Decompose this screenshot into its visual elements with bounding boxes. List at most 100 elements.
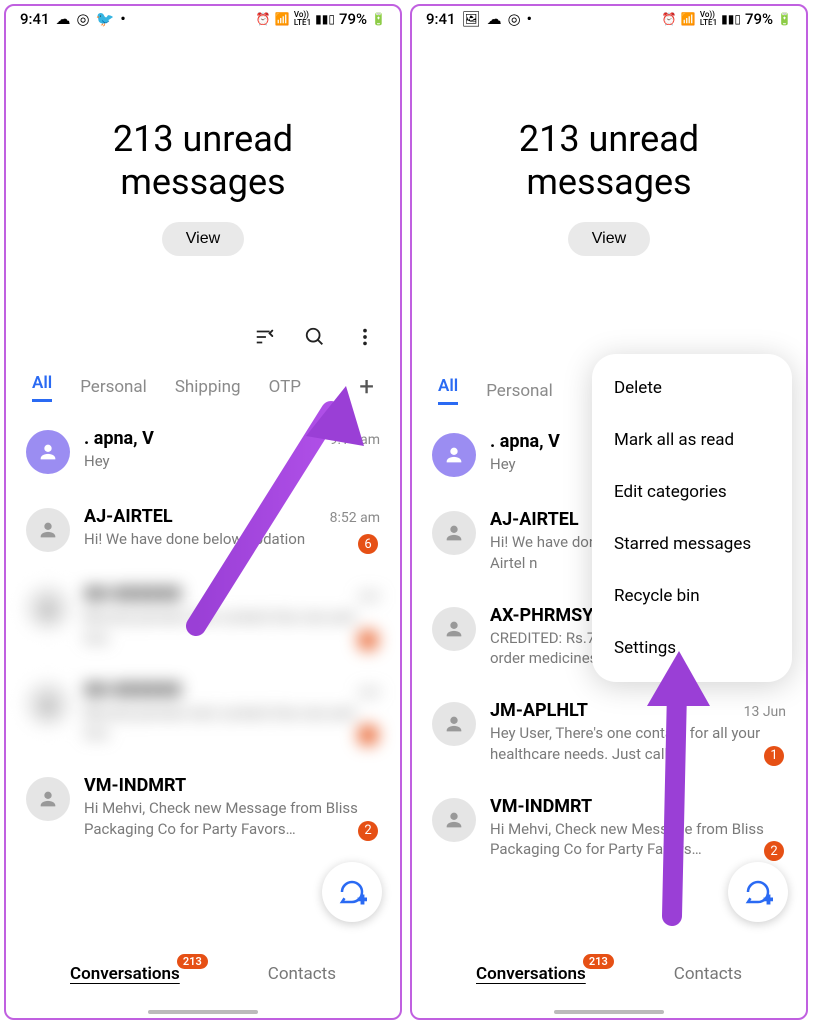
wifi-icon: 📶 bbox=[275, 12, 290, 26]
message-time: Jun bbox=[357, 588, 380, 604]
list-item[interactable]: VM-INDMRT Hi Mehvi, Check new Message fr… bbox=[14, 759, 392, 855]
sender-name: VM-INDMRT bbox=[490, 796, 592, 817]
unread-badge: 1 bbox=[764, 746, 784, 766]
nav-badge: 213 bbox=[583, 954, 614, 969]
list-item[interactable]: JM-APLHLT 13 Jun Hey User, There's one co… bbox=[420, 684, 798, 780]
sender-name: AX-PHRMSY bbox=[490, 605, 593, 626]
alarm-icon: ⏰ bbox=[662, 12, 677, 26]
status-bar: 9:41 🖼 ☁ ◎ • ⏰ 📶 Vo))LTE1 ▮▮▯ 79% 🔋 bbox=[412, 6, 806, 28]
tab-all[interactable]: All bbox=[438, 376, 458, 405]
avatar bbox=[26, 682, 70, 726]
message-time: Jun bbox=[357, 684, 380, 700]
gesture-handle bbox=[148, 1010, 258, 1014]
message-preview: Hi! We have done below updation bbox=[84, 529, 380, 549]
overflow-menu: Delete Mark all as read Edit categories … bbox=[592, 354, 792, 682]
avatar bbox=[26, 430, 70, 474]
avatar bbox=[432, 511, 476, 555]
nav-conversations[interactable]: Conversations 213 bbox=[476, 964, 586, 984]
conversation-list: . apna, V 9:11 am Hey AJ-AIRTEL 8:52 am Hi… bbox=[6, 412, 400, 855]
list-item[interactable]: XX-XXXXXX Jun Blurred preview text conten… bbox=[14, 568, 392, 664]
cloud-icon: ☁ bbox=[56, 10, 71, 28]
menu-starred[interactable]: Starred messages bbox=[592, 518, 792, 570]
nav-contacts[interactable]: Contacts bbox=[674, 964, 742, 984]
instagram-icon: ◎ bbox=[77, 10, 90, 28]
phone-frame-left: 9:41 ☁ ◎ 🐦 • ⏰ 📶 Vo))LTE1 ▮▮▯ 79% 🔋 213 … bbox=[4, 4, 402, 1020]
tab-all[interactable]: All bbox=[32, 373, 52, 402]
avatar bbox=[26, 586, 70, 630]
menu-delete[interactable]: Delete bbox=[592, 362, 792, 414]
unread-badge: 2 bbox=[358, 821, 378, 841]
tab-personal[interactable]: Personal bbox=[486, 381, 553, 401]
unread-badge: 4 bbox=[358, 630, 378, 650]
phone-frame-right: 9:41 🖼 ☁ ◎ • ⏰ 📶 Vo))LTE1 ▮▮▯ 79% 🔋 213 … bbox=[410, 4, 808, 1020]
hero-section: 213 unread messages View bbox=[6, 28, 400, 296]
list-item[interactable]: . apna, V 9:11 am Hey bbox=[14, 412, 392, 490]
status-time: 9:41 bbox=[426, 10, 456, 28]
nav-contacts[interactable]: Contacts bbox=[268, 964, 336, 984]
sender-name: JM-APLHLT bbox=[490, 700, 588, 721]
sender-name: AJ-AIRTEL bbox=[490, 509, 579, 530]
bottom-nav: Conversations 213 Contacts bbox=[6, 950, 400, 1008]
nav-conversations[interactable]: Conversations 213 bbox=[70, 964, 180, 984]
tab-shipping[interactable]: Shipping bbox=[175, 377, 241, 397]
message-preview: Hey User, There's one contact for all yo… bbox=[490, 723, 786, 764]
list-item[interactable]: XX-XXXXXX Jun Blurred preview text conten… bbox=[14, 664, 392, 760]
gesture-handle bbox=[554, 1010, 664, 1014]
battery-icon: 🔋 bbox=[777, 12, 792, 26]
message-preview: Hi Mehvi, Check new Message from Bliss P… bbox=[84, 798, 380, 839]
signal-icon: ▮▮▯ bbox=[315, 12, 335, 26]
nav-badge: 213 bbox=[177, 954, 208, 969]
avatar bbox=[432, 607, 476, 651]
network-label: Vo))LTE1 bbox=[294, 11, 311, 27]
sender-name: XX-XXXXXX bbox=[84, 680, 181, 701]
message-preview: Hey bbox=[84, 451, 380, 471]
tab-personal[interactable]: Personal bbox=[80, 377, 147, 397]
unread-badge: 6 bbox=[358, 534, 378, 554]
more-icon[interactable] bbox=[354, 326, 376, 348]
menu-recycle-bin[interactable]: Recycle bin bbox=[592, 570, 792, 622]
hero-section: 213 unread messages View bbox=[412, 28, 806, 296]
menu-mark-read[interactable]: Mark all as read bbox=[592, 414, 792, 466]
signal-icon: ▮▮▯ bbox=[721, 12, 741, 26]
view-button[interactable]: View bbox=[162, 222, 244, 256]
status-bar: 9:41 ☁ ◎ 🐦 • ⏰ 📶 Vo))LTE1 ▮▮▯ 79% 🔋 bbox=[6, 6, 400, 28]
message-time: 13 Jun bbox=[744, 704, 786, 720]
filter-icon[interactable] bbox=[254, 326, 276, 348]
svg-text:+: + bbox=[358, 891, 367, 908]
status-time: 9:41 bbox=[20, 10, 50, 28]
dot-icon: • bbox=[120, 10, 125, 28]
avatar bbox=[432, 433, 476, 477]
dot-icon: • bbox=[527, 10, 532, 28]
message-time: 8:52 am bbox=[330, 510, 380, 526]
wifi-icon: 📶 bbox=[681, 12, 696, 26]
view-button[interactable]: View bbox=[568, 222, 650, 256]
svg-text:+: + bbox=[764, 891, 773, 908]
message-preview: Blurred preview text content line one an… bbox=[84, 607, 380, 648]
avatar bbox=[26, 777, 70, 821]
unread-badge: 1 bbox=[358, 725, 378, 745]
menu-settings[interactable]: Settings bbox=[592, 622, 792, 674]
search-icon[interactable] bbox=[304, 326, 326, 348]
message-preview: Blurred preview text content line one an… bbox=[84, 703, 380, 744]
instagram-icon: ◎ bbox=[508, 10, 521, 28]
unread-title: 213 unread messages bbox=[26, 118, 380, 204]
bottom-nav: Conversations 213 Contacts bbox=[412, 950, 806, 1008]
add-category-icon[interactable]: + bbox=[359, 372, 374, 402]
sender-name: XX-XXXXXX bbox=[84, 584, 181, 605]
twitter-icon: 🐦 bbox=[96, 10, 115, 28]
alarm-icon: ⏰ bbox=[256, 12, 271, 26]
sender-name: AJ-AIRTEL bbox=[84, 506, 173, 527]
message-time: 9:11 am bbox=[330, 432, 380, 448]
compose-fab[interactable]: + bbox=[322, 862, 382, 922]
list-item[interactable]: AJ-AIRTEL 8:52 am Hi! We have done below … bbox=[14, 490, 392, 568]
network-label: Vo))LTE1 bbox=[700, 11, 717, 27]
list-item[interactable]: VM-INDMRT Hi Mehvi, Check new Message fr… bbox=[420, 780, 798, 876]
avatar bbox=[432, 702, 476, 746]
battery-icon: 🔋 bbox=[371, 12, 386, 26]
category-tabs: All Personal Shipping OTP + bbox=[6, 358, 400, 412]
tab-otp[interactable]: OTP bbox=[269, 377, 301, 397]
sender-name: . apna, V bbox=[84, 428, 154, 449]
unread-title: 213 unread messages bbox=[432, 118, 786, 204]
menu-edit-categories[interactable]: Edit categories bbox=[592, 466, 792, 518]
compose-fab[interactable]: + bbox=[728, 862, 788, 922]
